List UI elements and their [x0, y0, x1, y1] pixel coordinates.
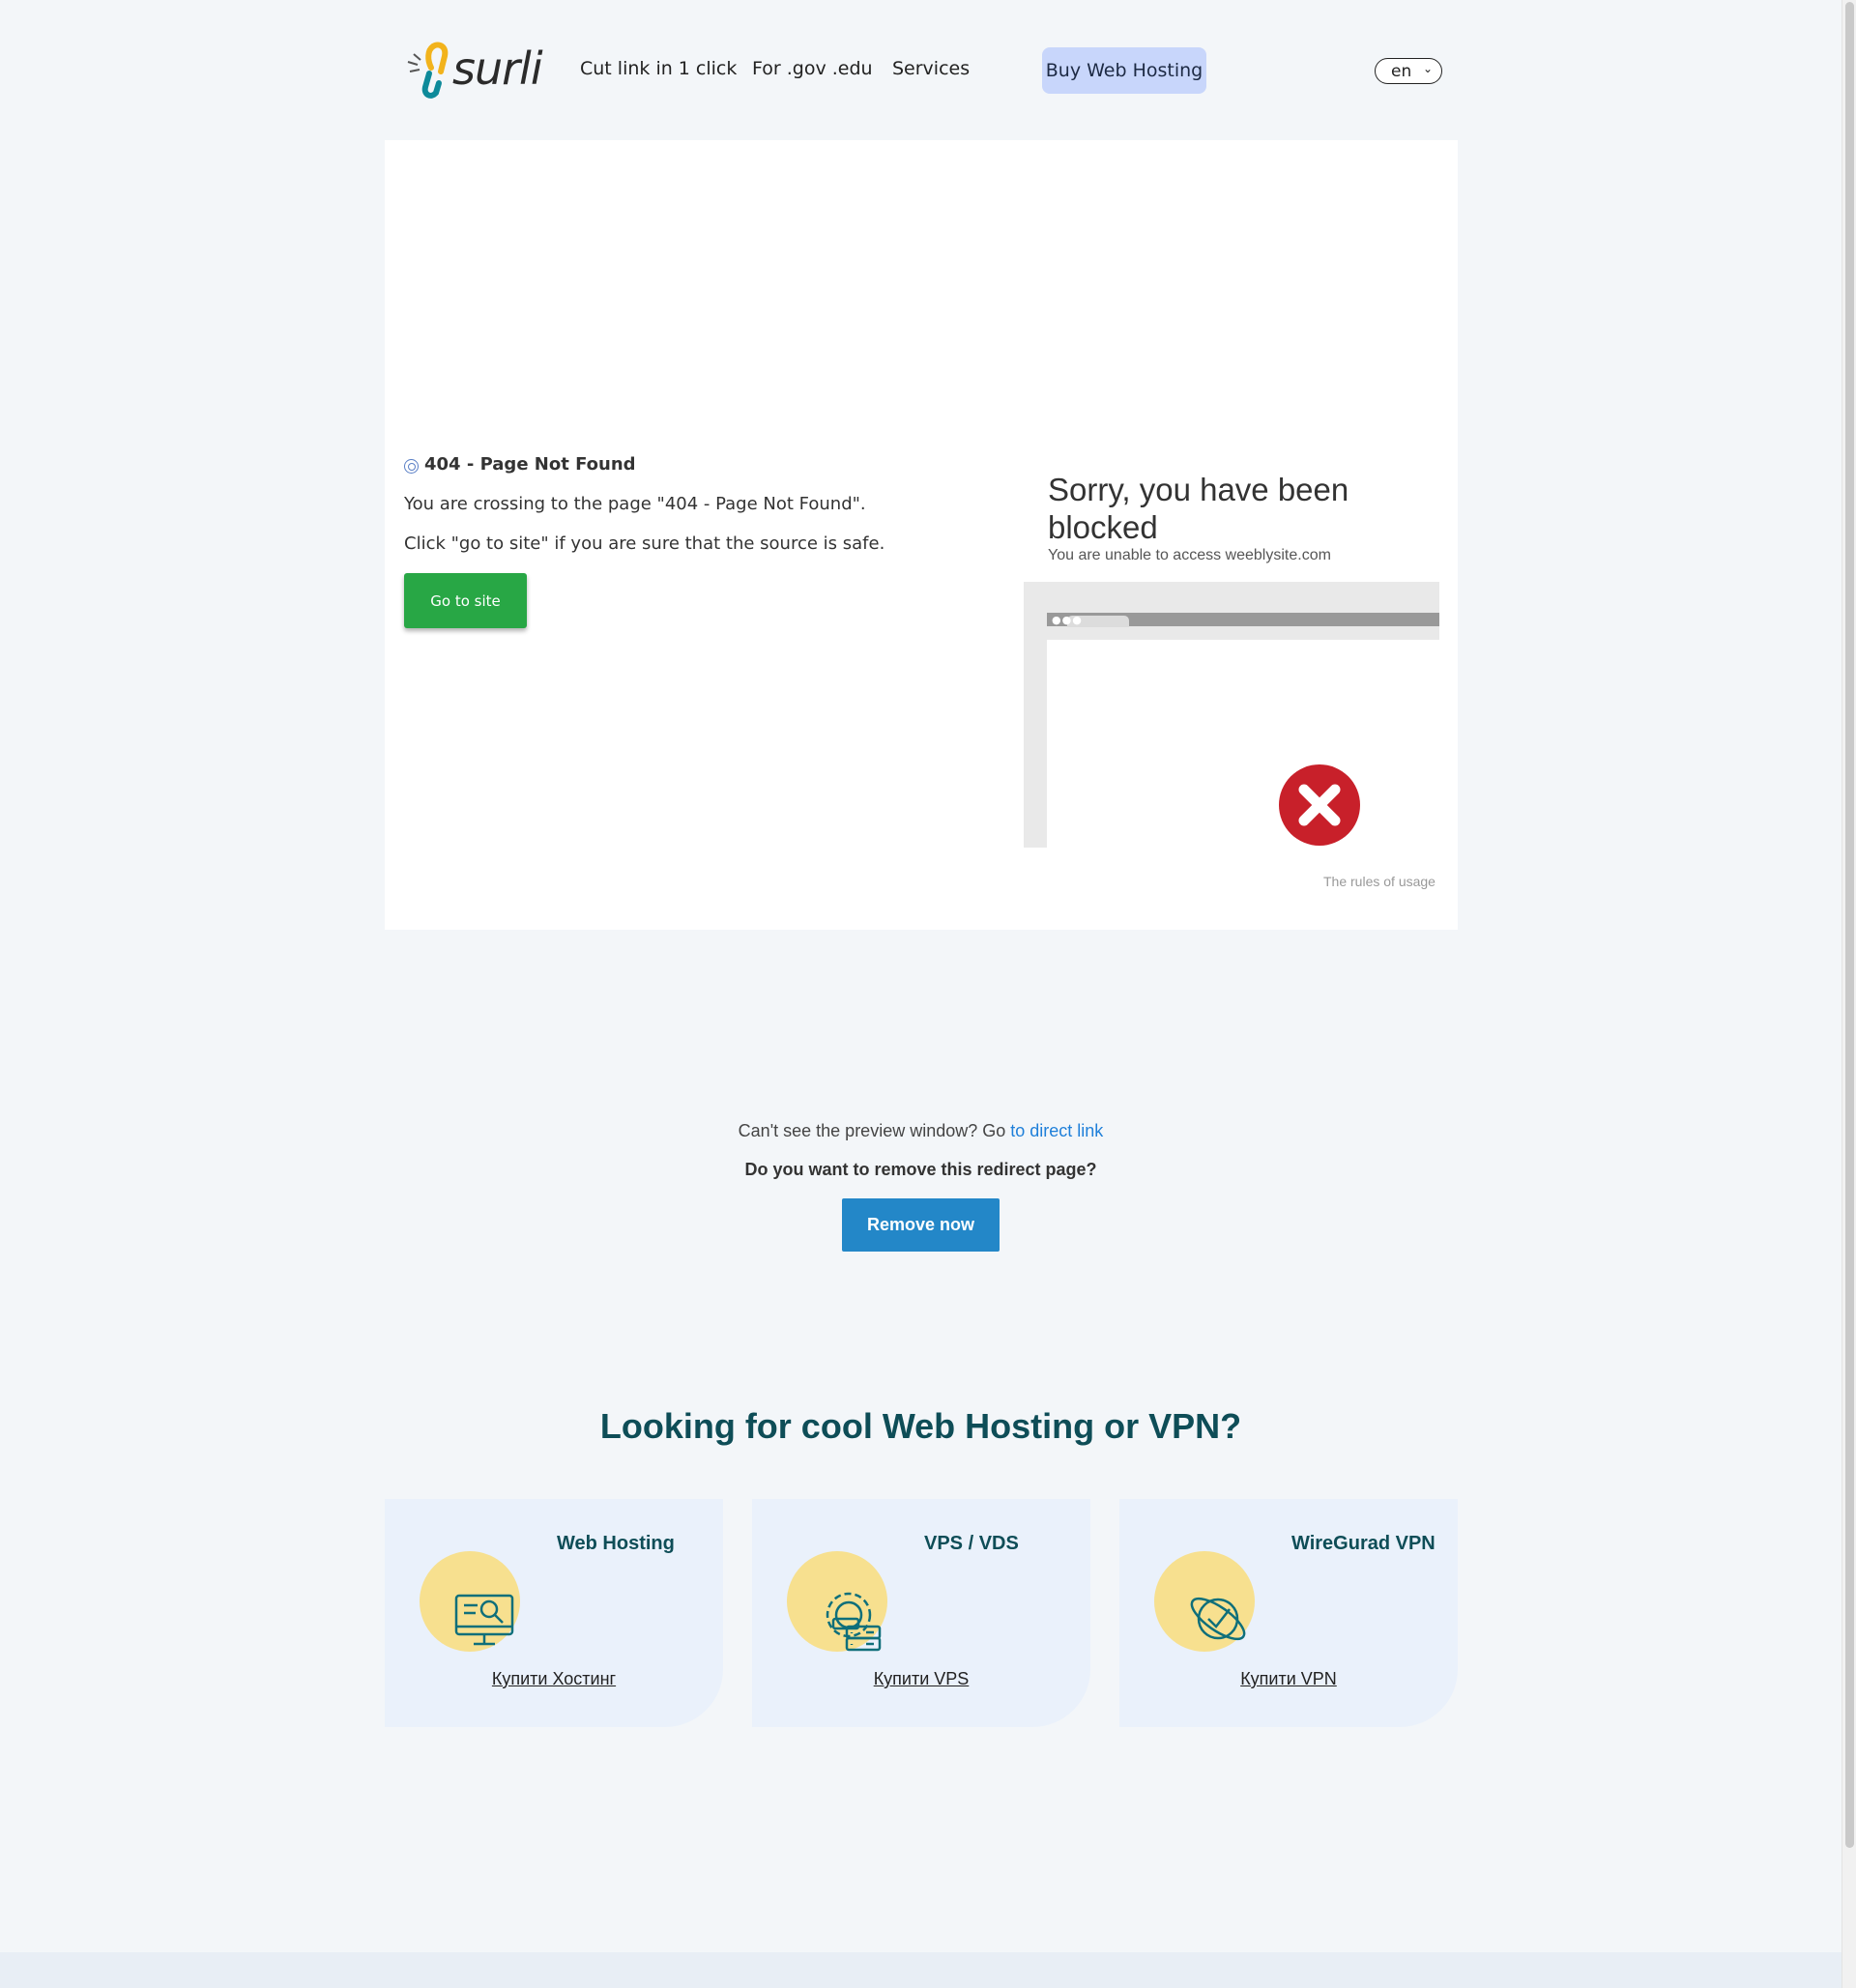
crossing-text: You are crossing to the page "404 - Page…: [404, 494, 866, 514]
favicon-icon: [404, 458, 419, 474]
rules-of-usage-link[interactable]: The rules of usage: [1323, 874, 1436, 889]
site-header: surli Cut link in 1 click For .gov .edu …: [0, 0, 1842, 140]
chain-link-icon: [407, 42, 449, 99]
go-to-site-button[interactable]: Go to site: [404, 573, 527, 628]
monitor-search-icon: [454, 1594, 514, 1646]
language-value: en: [1391, 61, 1412, 81]
preview-panel: 404 - Page Not Found You are crossing to…: [385, 140, 1458, 930]
nav-gov-edu[interactable]: For .gov .edu: [752, 58, 873, 79]
language-select[interactable]: en ⌄: [1375, 58, 1442, 84]
offers-heading: Looking for cool Web Hosting or VPN?: [599, 1406, 1242, 1446]
globe-check-icon: [1190, 1597, 1246, 1641]
logo-text: surli: [452, 43, 543, 95]
offer-card-vps: VPS / VDS Купити VPS: [752, 1499, 1090, 1727]
direct-link[interactable]: to direct link: [1010, 1121, 1103, 1140]
target-page-title: 404 - Page Not Found: [404, 454, 636, 475]
blocked-browser-illustration: ●●●: [1024, 582, 1439, 848]
blocked-subtitle: You are unable to access weeblysite.com: [1048, 547, 1331, 563]
page-title-text: 404 - Page Not Found: [424, 454, 636, 475]
card-title: Web Hosting: [557, 1533, 675, 1554]
server-gear-icon: [826, 1592, 882, 1652]
surli-logo[interactable]: surli: [404, 39, 544, 101]
remove-now-button[interactable]: Remove now: [842, 1198, 1000, 1252]
nav-cut-link[interactable]: Cut link in 1 click: [580, 58, 737, 79]
card-title: WireGurad VPN: [1291, 1533, 1436, 1554]
chevron-down-icon: ⌄: [1422, 62, 1433, 75]
buy-vps-link[interactable]: Купити VPS: [752, 1669, 1090, 1689]
nav-services[interactable]: Services: [892, 58, 970, 79]
safety-text: Click "go to site" if you are sure that …: [404, 533, 885, 554]
browser-page: [1047, 640, 1439, 848]
direct-link-line: Can't see the preview window? Go to dire…: [0, 1121, 1842, 1141]
blocked-title: Sorry, you have been blocked: [1048, 472, 1349, 545]
card-title: VPS / VDS: [924, 1533, 1019, 1554]
buy-hosting-link[interactable]: Купити Хостинг: [385, 1669, 723, 1689]
offer-card-vpn: WireGurad VPN Купити VPN: [1119, 1499, 1458, 1727]
scrollbar-thumb[interactable]: [1845, 2, 1854, 1848]
offer-card-web-hosting: Web Hosting Купити Хостинг: [385, 1499, 723, 1727]
buy-web-hosting-button[interactable]: Buy Web Hosting: [1042, 47, 1206, 94]
buy-vpn-link[interactable]: Купити VPN: [1119, 1669, 1458, 1689]
remove-redirect-question: Do you want to remove this redirect page…: [744, 1160, 1097, 1179]
window-dots-icon: ●●●: [1052, 614, 1083, 626]
direct-link-prefix: Can't see the preview window? Go: [738, 1121, 1011, 1140]
page-scrollbar[interactable]: [1842, 0, 1856, 1988]
site-footer: [0, 1952, 1842, 1988]
error-x-icon: [1279, 764, 1360, 846]
